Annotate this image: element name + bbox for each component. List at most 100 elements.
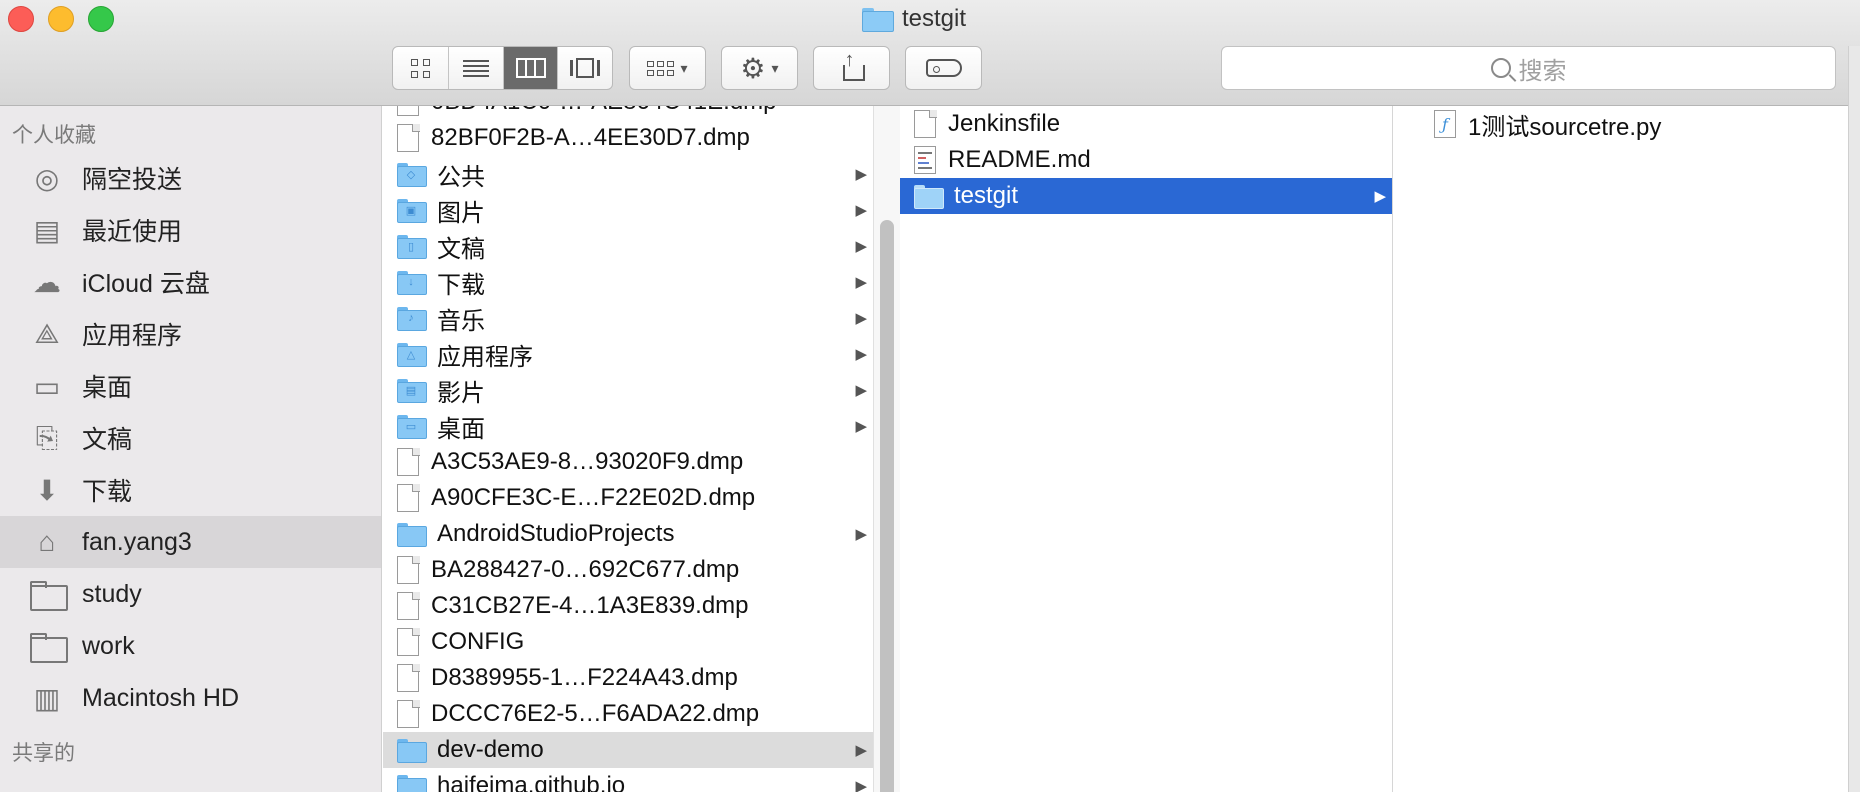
sidebar-item-label: Macintosh HD bbox=[82, 683, 239, 712]
item-name: 应用程序 bbox=[437, 343, 533, 371]
file-row[interactable]: Jenkinsfile bbox=[900, 106, 1392, 142]
disclosure-arrow-icon: ▶ bbox=[855, 526, 867, 543]
sidebar-item-desktop[interactable]: ▭ 桌面 bbox=[0, 360, 381, 412]
item-name: 文稿 bbox=[437, 235, 485, 263]
gear-icon: ⚙ bbox=[740, 52, 766, 84]
cover-flow-view-button[interactable] bbox=[558, 47, 612, 89]
arrange-button[interactable]: ▾ bbox=[629, 46, 706, 90]
document-icon bbox=[397, 555, 420, 584]
action-button[interactable]: ⚙ ▾ bbox=[721, 46, 798, 90]
sidebar-item-downloads[interactable]: ⬇ 下载 bbox=[0, 464, 381, 516]
sidebar-item-icloud[interactable]: ☁ iCloud 云盘 bbox=[0, 256, 381, 308]
document-icon bbox=[397, 591, 420, 620]
close-window-button[interactable] bbox=[8, 6, 34, 32]
folder-badge-icon: ▯ bbox=[407, 240, 415, 253]
home-icon: ⌂ bbox=[38, 526, 56, 557]
scrollbar-thumb[interactable] bbox=[880, 220, 894, 792]
window-right-edge bbox=[1848, 46, 1860, 792]
sidebar-item-study[interactable]: study bbox=[0, 568, 381, 620]
list-view-button[interactable] bbox=[449, 47, 504, 89]
file-row[interactable]: CONFIG bbox=[383, 624, 873, 660]
sidebar-section-favorites: 个人收藏 bbox=[12, 124, 96, 147]
search-field[interactable]: 搜索 bbox=[1221, 46, 1836, 90]
column-1-scrollbar[interactable] bbox=[873, 106, 900, 792]
chevron-down-icon: ▾ bbox=[680, 59, 688, 76]
zoom-window-button[interactable] bbox=[88, 6, 114, 32]
tags-button[interactable] bbox=[905, 46, 982, 90]
column-divider[interactable] bbox=[1392, 106, 1393, 792]
sidebar-item-documents[interactable]: ⎘ 文稿 bbox=[0, 412, 381, 464]
item-name: 82BF0F2B-A…4EE30D7.dmp bbox=[431, 124, 750, 151]
folder-icon: ▭ bbox=[397, 415, 427, 439]
folder-row[interactable]: ↓ 下载 ▶ bbox=[383, 264, 873, 300]
window-toolbar: testgit ▾ ⚙ ▾ 搜索 bbox=[0, 0, 1860, 106]
browser-column-3: ƒ 1测试sourcetre.py bbox=[1420, 106, 1860, 792]
folder-row[interactable]: ▤ 影片 ▶ bbox=[383, 372, 873, 408]
sidebar-item-applications[interactable]: ⟁ 应用程序 bbox=[0, 308, 381, 360]
view-mode-control bbox=[392, 46, 613, 90]
folder-icon: ▣ bbox=[397, 199, 427, 223]
folder-row[interactable]: dev-demo ▶ bbox=[383, 732, 873, 768]
file-row[interactable]: A3C53AE9-8…93020F9.dmp bbox=[383, 444, 873, 480]
document-icon bbox=[397, 627, 420, 656]
share-button[interactable] bbox=[813, 46, 890, 90]
sidebar-item-airdrop[interactable]: ◎ 隔空投送 bbox=[0, 152, 381, 204]
item-name: 公共 bbox=[437, 163, 485, 191]
sidebar-item-label: 桌面 bbox=[82, 374, 133, 402]
folder-badge-icon: ▤ bbox=[405, 384, 417, 397]
file-row[interactable]: ƒ 1测试sourcetre.py bbox=[1420, 106, 1860, 142]
icon-view-button[interactable] bbox=[393, 47, 449, 89]
file-row[interactable]: BA288427-0…692C677.dmp bbox=[383, 552, 873, 588]
airdrop-icon: ◎ bbox=[34, 162, 60, 194]
item-name: 0BD4A1C0-…-AE864C41E.dmp bbox=[431, 106, 777, 116]
folder-badge-icon: △ bbox=[406, 348, 416, 361]
folder-row[interactable]: △ 应用程序 ▶ bbox=[383, 336, 873, 372]
folder-badge-icon: ▣ bbox=[405, 204, 417, 217]
folder-icon bbox=[28, 577, 68, 611]
sidebar-item-label: 隔空投送 bbox=[82, 166, 183, 194]
folder-row[interactable]: AndroidStudioProjects ▶ bbox=[383, 516, 873, 552]
file-row[interactable]: DCCC76E2-5…F6ADA22.dmp bbox=[383, 696, 873, 732]
file-row[interactable]: README.md bbox=[900, 142, 1392, 178]
icloud-icon: ☁ bbox=[33, 266, 61, 298]
folder-row[interactable]: haifeima.github.io ▶ bbox=[383, 768, 873, 792]
tag-icon bbox=[925, 59, 962, 77]
disclosure-arrow-icon: ▶ bbox=[855, 346, 867, 363]
folder-icon: △ bbox=[397, 343, 427, 367]
item-name: README.md bbox=[948, 146, 1091, 173]
folder-icon bbox=[28, 629, 68, 663]
folder-row[interactable]: ▭ 桌面 ▶ bbox=[383, 408, 873, 444]
sidebar-item-recents[interactable]: ▤ 最近使用 bbox=[0, 204, 381, 256]
minimize-window-button[interactable] bbox=[48, 6, 74, 32]
document-icon bbox=[397, 123, 420, 152]
folder-row[interactable]: testgit ▶ bbox=[900, 178, 1392, 214]
folder-row[interactable]: ▣ 图片 ▶ bbox=[383, 192, 873, 228]
sidebar-item-macintosh-hd[interactable]: ▥ Macintosh HD bbox=[0, 672, 381, 724]
cover-flow-icon bbox=[570, 58, 600, 78]
share-icon bbox=[841, 49, 865, 81]
sidebar-item-label: 最近使用 bbox=[82, 218, 183, 246]
applications-icon: ⟁ bbox=[34, 317, 60, 349]
item-name: 音乐 bbox=[437, 307, 485, 335]
file-row[interactable]: A90CFE3C-E…F22E02D.dmp bbox=[383, 480, 873, 516]
sidebar-item-work[interactable]: work bbox=[0, 620, 381, 672]
item-name: haifeima.github.io bbox=[437, 772, 626, 792]
folder-icon: ▤ bbox=[397, 379, 427, 403]
folder-row[interactable]: ◇ 公共 ▶ bbox=[383, 156, 873, 192]
file-row[interactable]: C31CB27E-4…1A3E839.dmp bbox=[383, 588, 873, 624]
folder-row[interactable]: ♪ 音乐 ▶ bbox=[383, 300, 873, 336]
sidebar-item-label: 文稿 bbox=[82, 426, 133, 454]
document-icon bbox=[914, 109, 937, 138]
recents-icon: ▤ bbox=[33, 214, 61, 246]
column-view-button[interactable] bbox=[504, 47, 558, 89]
file-row[interactable]: 82BF0F2B-A…4EE30D7.dmp bbox=[383, 120, 873, 156]
item-name: A3C53AE9-8…93020F9.dmp bbox=[431, 448, 744, 475]
file-row[interactable]: 0BD4A1C0-…-AE864C41E.dmp bbox=[383, 106, 873, 120]
folder-badge-icon: ↓ bbox=[408, 276, 414, 288]
sidebar-item-label: 应用程序 bbox=[82, 322, 183, 350]
item-name: DCCC76E2-5…F6ADA22.dmp bbox=[431, 700, 760, 727]
sidebar-item-home[interactable]: ⌂ fan.yang3 bbox=[0, 516, 381, 568]
folder-row[interactable]: ▯ 文稿 ▶ bbox=[383, 228, 873, 264]
item-name: CONFIG bbox=[431, 628, 525, 655]
file-row[interactable]: D8389955-1…F224A43.dmp bbox=[383, 660, 873, 696]
